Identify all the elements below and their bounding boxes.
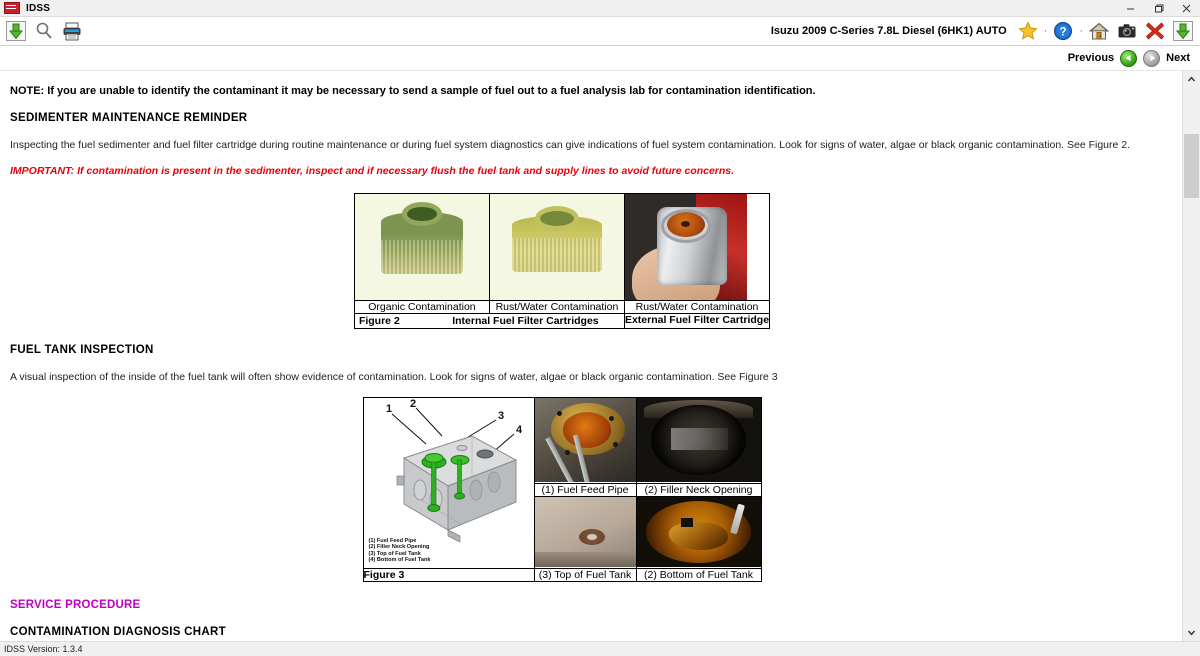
- figure-2-caption-1: Organic Contamination: [353, 300, 490, 314]
- help-icon: ?: [1054, 22, 1073, 40]
- note-text: NOTE: If you are unable to identify the …: [10, 85, 816, 97]
- callout-4: 4: [516, 424, 523, 436]
- help-button[interactable]: ?: [1050, 19, 1076, 44]
- figure-3-caption-1: (1) Fuel Feed Pipe: [533, 482, 637, 498]
- callout-3: 3: [498, 410, 504, 422]
- legend-item-1: (1) Fuel Feed Pipe: [368, 537, 417, 544]
- paragraph-sedimenter: Inspecting the fuel sedimenter and fuel …: [10, 139, 1131, 151]
- previous-button[interactable]: [1120, 49, 1138, 67]
- previous-label: Previous: [1067, 52, 1115, 64]
- figure-3-photo-feed-pipe: [533, 397, 637, 484]
- figure-2-block: Organic Contamination Rust/Water Contami…: [353, 193, 771, 329]
- heading-sedimenter-maintenance: SEDIMENTER MAINTENANCE REMINDER: [10, 112, 248, 124]
- chevron-down-icon: [1187, 630, 1196, 636]
- scroll-up-button[interactable]: [1183, 71, 1200, 88]
- camera-icon: [1118, 24, 1136, 38]
- version-text: IDSS Version: 1.3.4: [4, 644, 83, 654]
- toolbar-left-group: [0, 19, 85, 44]
- print-button[interactable]: [59, 19, 85, 44]
- svg-text:?: ?: [1060, 27, 1067, 39]
- vertical-scrollbar[interactable]: [1182, 71, 1200, 641]
- paragraph-fuel-tank: A visual inspection of the inside of the…: [10, 371, 778, 383]
- figure-3-block: 1 2 3 4 (1) Fuel Feed Pipe (2) Filler Ne…: [362, 397, 762, 582]
- figure-3-caption-3: (3) Top of Fuel Tank: [533, 568, 637, 582]
- favorite-star-icon: [1018, 21, 1038, 40]
- legend-item-4: (4) Bottom of Fuel Tank: [368, 557, 431, 564]
- heading-contamination-chart: CONTAMINATION DIAGNOSIS CHART: [10, 626, 226, 638]
- scrollbar-thumb[interactable]: [1184, 134, 1199, 198]
- heading-service-procedure: SERVICE PROCEDURE: [10, 599, 141, 611]
- important-notice: IMPORTANT: If contamination is present i…: [10, 165, 735, 177]
- figure-3-photo-bottom-of-tank: [635, 496, 762, 569]
- status-bar: IDSS Version: 1.3.4: [0, 641, 1200, 656]
- toolbar-right-group: Isuzu 2009 C-Series 7.8L Diesel (6HK1) A…: [771, 17, 1196, 45]
- legend-item-3: (3) Top of Fuel Tank: [368, 550, 421, 557]
- figure-2-title-external: External Fuel Filter Cartridge: [623, 313, 771, 329]
- print-icon: [63, 22, 81, 41]
- search-button[interactable]: [31, 19, 57, 44]
- figure-3-caption-4: (2) Bottom of Fuel Tank: [635, 568, 762, 582]
- figure-2-image-3: [623, 193, 771, 301]
- figure-2-caption-2: Rust/Water Contamination: [488, 300, 625, 314]
- favorite-star-button[interactable]: [1015, 19, 1041, 44]
- callout-1: 1: [386, 403, 392, 415]
- figure-2-label: Figure 2: [358, 315, 400, 327]
- home-button[interactable]: [1086, 19, 1112, 44]
- title-bar: IDSS: [0, 0, 1200, 17]
- figure-2-caption-3: Rust/Water Contamination: [623, 300, 771, 314]
- scrollbar-track[interactable]: [1183, 88, 1200, 624]
- restore-button[interactable]: [1144, 0, 1172, 16]
- close-document-button[interactable]: [1142, 19, 1168, 44]
- vehicle-context-title: Isuzu 2009 C-Series 7.8L Diesel (6HK1) A…: [770, 25, 1007, 37]
- heading-fuel-tank-inspection: FUEL TANK INSPECTION: [10, 344, 154, 356]
- minimize-button[interactable]: [1116, 0, 1144, 16]
- figure-3-photo-top-of-tank: [533, 496, 637, 569]
- figure-2-image-2: [488, 193, 625, 301]
- close-red-x-icon: [1146, 22, 1164, 40]
- figure-3-tank-diagram: 1 2 3 4 (1) Fuel Feed Pipe (2) Filler Ne…: [362, 397, 535, 569]
- main-toolbar: Isuzu 2009 C-Series 7.8L Diesel (6HK1) A…: [0, 17, 1200, 46]
- search-icon: [36, 22, 52, 39]
- page-navigation: Previous Next: [0, 46, 1200, 71]
- toolbar-separator: ·: [1043, 25, 1048, 37]
- scroll-down-button[interactable]: [1183, 624, 1200, 641]
- camera-button[interactable]: [1114, 19, 1140, 44]
- arrow-right-icon: [1150, 55, 1156, 61]
- toolbar-separator-2: ·: [1079, 25, 1083, 37]
- figure-3-photo-filler-neck: [635, 397, 762, 484]
- home-icon: [1089, 22, 1109, 40]
- idss-logo-icon: [4, 2, 20, 14]
- arrow-left-icon: [1125, 55, 1131, 61]
- legend-item-2: (2) Filler Neck Opening: [368, 544, 430, 551]
- window-title: IDSS: [26, 2, 51, 14]
- next-button[interactable]: [1143, 49, 1161, 67]
- idss-application-window: IDSS Isuzu 2009 C-Series 7.8L Diesel (6H…: [0, 0, 1200, 656]
- download-button[interactable]: [3, 19, 29, 44]
- figure-3-label: Figure 3: [362, 568, 535, 582]
- chevron-up-icon: [1187, 76, 1196, 82]
- document-body: NOTE: If you are unable to identify the …: [0, 71, 1182, 641]
- content-area: NOTE: If you are unable to identify the …: [0, 71, 1200, 641]
- download-button-right[interactable]: [1170, 19, 1196, 44]
- figure-3-caption-2: (2) Filler Neck Opening: [635, 482, 762, 498]
- figure-2-image-1: [353, 193, 490, 301]
- figure-3-legend: (1) Fuel Feed Pipe (2) Filler Neck Openi…: [369, 538, 431, 564]
- next-label: Next: [1166, 52, 1190, 64]
- figure-2-title-internal: Internal Fuel Filter Cartridges: [452, 315, 599, 327]
- close-button[interactable]: [1172, 0, 1200, 16]
- callout-2: 2: [410, 398, 416, 410]
